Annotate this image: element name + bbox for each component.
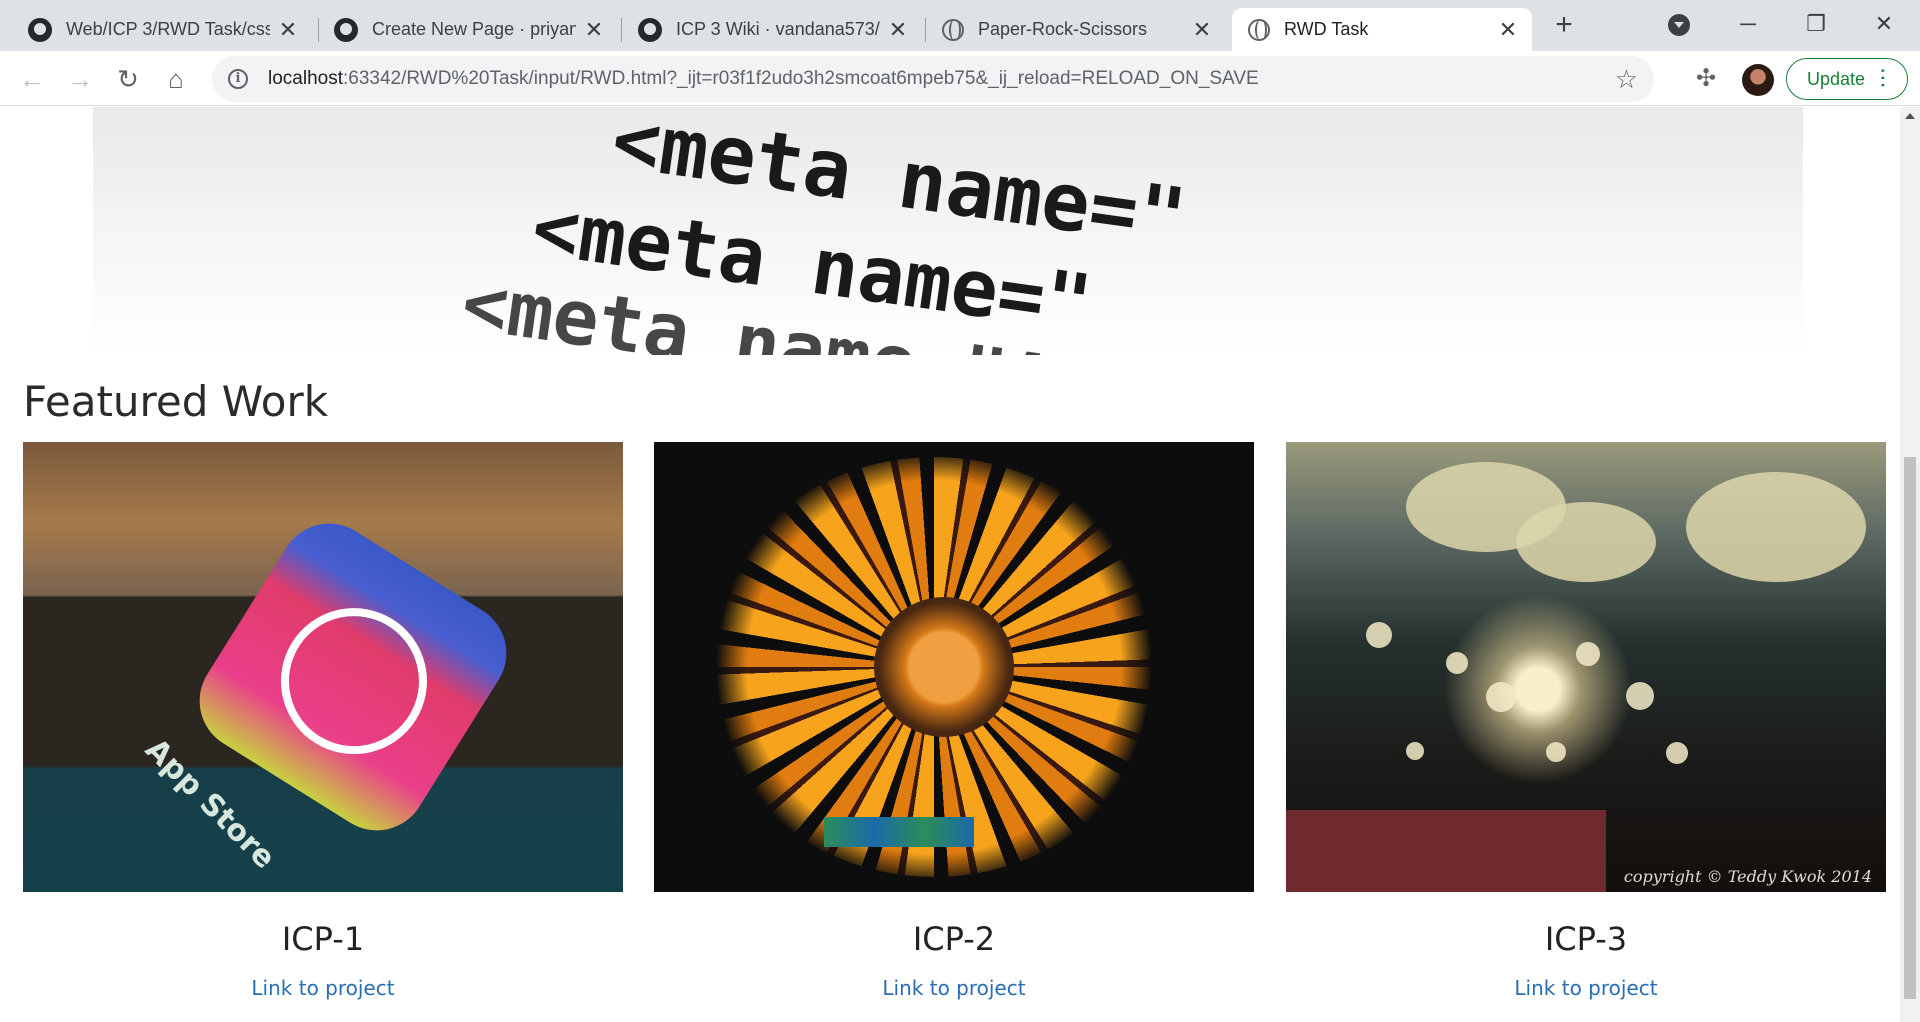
project-link[interactable]: Link to project [1286,976,1886,1000]
scrollbar-thumb[interactable] [1904,457,1916,999]
close-icon[interactable]: ✕ [888,17,908,43]
minimize-button[interactable]: ─ [1718,4,1778,44]
section-title: Featured Work [23,377,329,426]
back-button[interactable]: ← [12,59,52,99]
app-store-icon [180,504,526,850]
project-title: ICP-1 [281,920,365,958]
bokeh-light [1406,742,1424,760]
tab-strip: Web/ICP 3/RWD Task/css ✕ Create New Page… [0,0,1920,51]
cloud-shape [1516,502,1656,582]
bokeh-light [1546,742,1566,762]
extensions-puzzle-icon[interactable]: ✣ [1692,65,1720,93]
close-icon[interactable]: ✕ [584,17,604,43]
close-icon[interactable]: ✕ [278,17,298,43]
image-artifact [824,817,974,847]
tab-rwd-task[interactable]: RWD Task ✕ [1232,8,1532,51]
reload-button[interactable]: ↻ [108,59,148,99]
new-tab-button[interactable]: + [1548,10,1580,42]
github-icon [334,17,358,42]
tab-title: Create New Page · priyank [372,19,576,39]
close-window-button[interactable]: ✕ [1854,4,1914,44]
github-icon [28,17,52,42]
tab-title: ICP 3 Wiki · vandana573/V [676,19,880,39]
update-button[interactable]: Update ⋯ [1786,58,1908,100]
more-menu-icon[interactable]: ⋯ [1871,67,1896,89]
home-button[interactable]: ⌂ [156,59,196,99]
close-icon[interactable]: ✕ [1192,17,1212,43]
tab-title: Web/ICP 3/RWD Task/css [66,19,270,39]
tab-create-new-page[interactable]: Create New Page · priyank ✕ [318,8,618,51]
project-card: App Store ICP-1 Link to project [23,442,623,1000]
project-link[interactable]: Link to project [23,976,623,1000]
tab-icp3-wiki[interactable]: ICP 3 Wiki · vandana573/V ✕ [622,8,922,51]
project-card: ICP-2 Link to project [654,442,1254,1000]
github-icon [638,17,662,42]
bokeh-light [1666,742,1688,764]
browser-toolbar: ← → ↻ ⌂ i localhost:63342/RWD%20Task/inp… [0,51,1920,106]
bookmark-star-icon[interactable]: ☆ [1615,64,1638,95]
info-icon[interactable]: i [228,69,248,89]
update-label: Update [1806,68,1866,89]
cloud-shape [1686,472,1866,582]
project-image-app-store: App Store [23,442,623,892]
banner-image: <meta name=" <meta name=" <meta name="A … [93,107,1803,355]
tab-title: RWD Task [1284,19,1369,39]
tab-search-icon[interactable] [1668,14,1690,36]
bokeh-light [1576,642,1600,666]
page-viewport: <meta name=" <meta name=" <meta name="A … [0,107,1920,1022]
restore-button[interactable]: ❐ [1786,4,1846,44]
image-artifact [1286,810,1606,892]
scroll-up-icon[interactable] [1905,113,1915,119]
project-image-flower [654,442,1254,892]
address-bar[interactable]: i localhost:63342/RWD%20Task/input/RWD.h… [212,56,1654,102]
project-image-bokeh: copyright © Teddy Kwok 2014 [1286,442,1886,892]
bokeh-light [1626,682,1654,710]
image-credit: copyright © Teddy Kwok 2014 [1623,867,1872,886]
url-path: :63342/RWD%20Task/input/RWD.html?_ijt=r0… [343,68,1259,89]
url-text[interactable]: localhost:63342/RWD%20Task/input/RWD.htm… [268,68,1615,90]
flower-center [874,597,1014,737]
vertical-scrollbar[interactable] [1900,107,1920,1022]
project-card: copyright © Teddy Kwok 2014 ICP-3 Link t… [1286,442,1886,1000]
bokeh-light [1366,622,1392,648]
bokeh-light [1486,682,1516,712]
close-icon[interactable]: ✕ [1498,17,1518,43]
globe-icon [1248,18,1270,41]
project-title: ICP-3 [1544,920,1628,958]
url-host: localhost [268,68,343,89]
forward-button[interactable]: → [60,59,100,99]
bokeh-light [1446,652,1468,674]
globe-icon [942,18,964,41]
tab-title: Paper-Rock-Scissors [978,19,1148,39]
project-title: ICP-2 [912,920,996,958]
tab-paper-rock-scissors[interactable]: Paper-Rock-Scissors ✕ [926,8,1226,51]
tab-web-icp3[interactable]: Web/ICP 3/RWD Task/css ✕ [12,8,312,51]
project-link[interactable]: Link to project [654,976,1254,1000]
profile-avatar[interactable] [1742,64,1774,96]
